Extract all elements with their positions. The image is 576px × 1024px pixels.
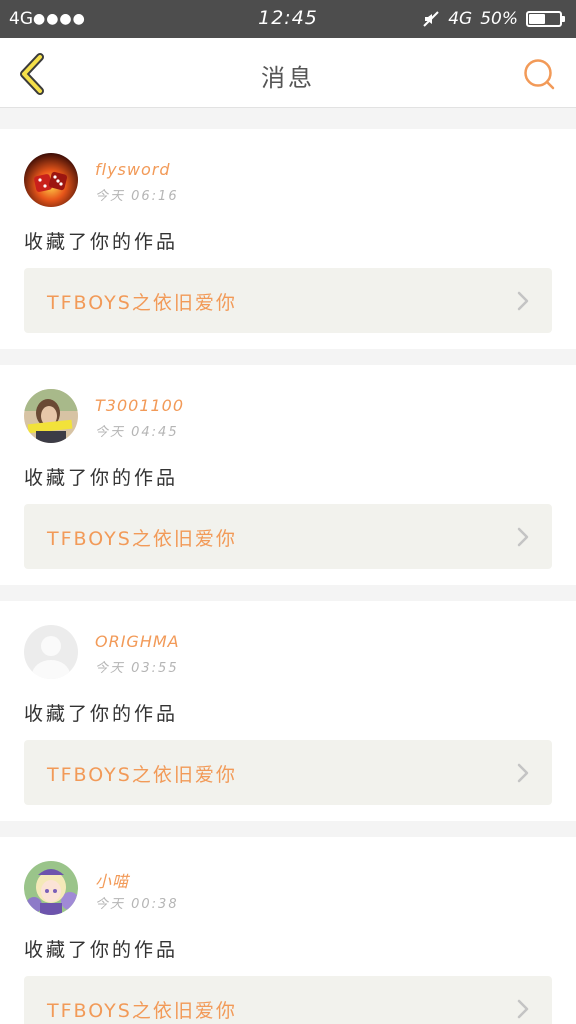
message-time: 今天 06:16 xyxy=(95,189,179,204)
work-link[interactable]: TFBOYS之依旧爱你 xyxy=(24,268,552,333)
username[interactable]: flysword xyxy=(95,160,171,179)
network-type-right: 4G xyxy=(448,9,473,29)
avatar[interactable] xyxy=(24,389,78,443)
navigation-bar: 消息 xyxy=(0,38,576,108)
work-title: TFBOYS之依旧爱你 xyxy=(47,292,237,314)
chevron-right-icon xyxy=(517,763,529,783)
status-right: 4G 50% xyxy=(422,6,565,32)
username[interactable]: 小喵 xyxy=(95,868,129,892)
avatar[interactable] xyxy=(24,153,78,207)
work-title: TFBOYS之依旧爱你 xyxy=(47,1000,237,1022)
anime-avatar-icon xyxy=(24,861,78,915)
message-time: 今天 04:45 xyxy=(95,425,179,440)
battery-percent: 50% xyxy=(480,9,518,29)
default-avatar-icon xyxy=(24,625,78,679)
chevron-right-icon xyxy=(517,527,529,547)
battery-level xyxy=(529,14,545,24)
work-title: TFBOYS之依旧爱你 xyxy=(47,764,237,786)
search-icon xyxy=(524,59,555,90)
action-text: 收藏了你的作品 xyxy=(24,467,179,489)
search-button[interactable] xyxy=(522,57,556,91)
message-time: 今天 03:55 xyxy=(95,661,179,676)
message-time: 今天 00:38 xyxy=(95,897,179,912)
work-link[interactable]: TFBOYS之依旧爱你 xyxy=(24,504,552,569)
username[interactable]: ORIGHMA xyxy=(95,632,180,651)
username[interactable]: T3001100 xyxy=(95,396,184,415)
photo-avatar-icon xyxy=(24,389,78,443)
chevron-right-icon xyxy=(517,999,529,1019)
status-bar: 4G●●●● 12:45 4G 50% xyxy=(0,0,576,38)
message-card: ORIGHMA 今天 03:55 收藏了你的作品 TFBOYS之依旧爱你 xyxy=(0,601,576,821)
action-text: 收藏了你的作品 xyxy=(24,703,179,725)
work-link[interactable]: TFBOYS之依旧爱你 xyxy=(24,740,552,805)
message-card: flysword 今天 06:16 收藏了你的作品 TFBOYS之依旧爱你 xyxy=(0,129,576,349)
message-card: 小喵 今天 00:38 收藏了你的作品 TFBOYS之依旧爱你 xyxy=(0,837,576,1024)
action-text: 收藏了你的作品 xyxy=(24,939,179,961)
fire-dice-avatar-icon xyxy=(24,153,78,207)
avatar[interactable] xyxy=(24,861,78,915)
avatar[interactable] xyxy=(24,625,78,679)
work-title: TFBOYS之依旧爱你 xyxy=(47,528,237,550)
action-text: 收藏了你的作品 xyxy=(24,231,179,253)
page-title: 消息 xyxy=(261,64,315,92)
battery-icon xyxy=(526,11,565,27)
mute-icon xyxy=(423,11,439,27)
work-link[interactable]: TFBOYS之依旧爱你 xyxy=(24,976,552,1024)
chevron-right-icon xyxy=(517,291,529,311)
message-card: T3001100 今天 04:45 收藏了你的作品 TFBOYS之依旧爱你 xyxy=(0,365,576,585)
